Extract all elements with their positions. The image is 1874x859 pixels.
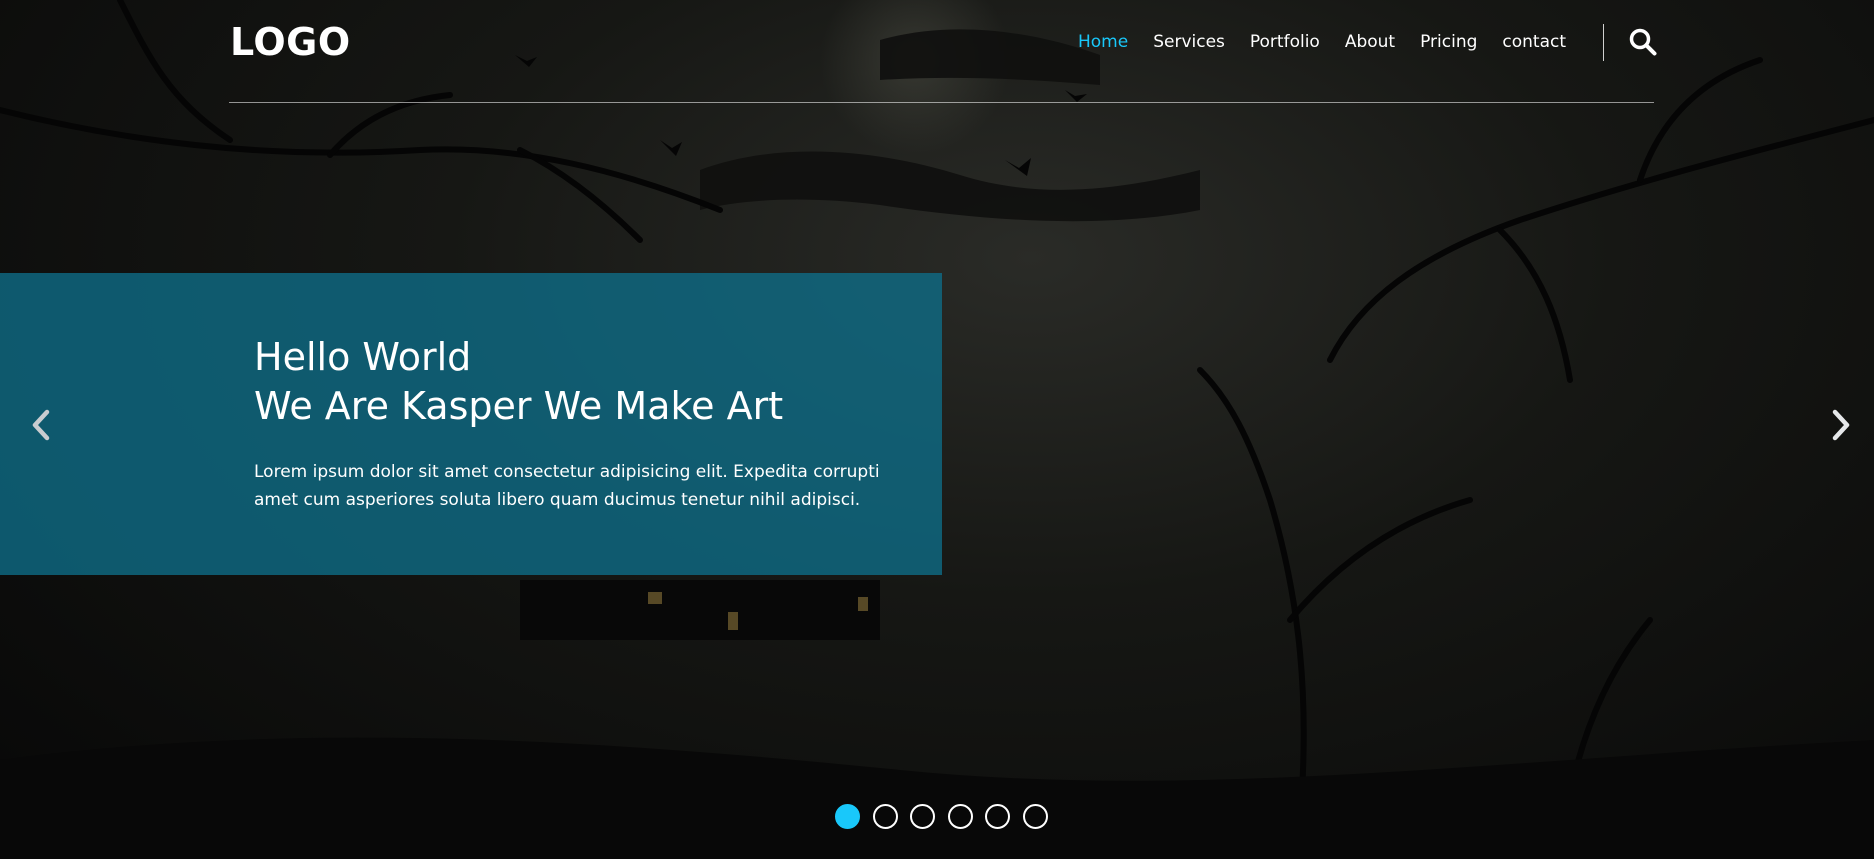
nav-item-home[interactable]: Home <box>1078 30 1128 54</box>
hero-title: Hello World We Are Kasper We Make Art <box>254 333 783 431</box>
slider-bullet[interactable] <box>835 804 860 829</box>
chevron-left-icon[interactable] <box>28 407 54 443</box>
hero-title-line2: We Are Kasper We Make Art <box>254 384 784 428</box>
nav-item-contact[interactable]: contact <box>1502 30 1566 54</box>
slider-bullet[interactable] <box>947 804 973 829</box>
hero-title-line1: Hello World <box>254 335 472 379</box>
hero-description: Lorem ipsum dolor sit amet consectetur a… <box>254 462 880 510</box>
chevron-right-icon[interactable] <box>1828 407 1854 443</box>
slider-bullet[interactable] <box>1022 804 1048 829</box>
search-icon[interactable] <box>1629 28 1657 56</box>
main-nav: Home Services Portfolio About Pricing co… <box>1053 30 1566 54</box>
slider-bullet[interactable] <box>872 804 898 829</box>
slider-bullet[interactable] <box>910 804 935 829</box>
nav-item-pricing[interactable]: Pricing <box>1420 30 1477 54</box>
nav-item-about[interactable]: About <box>1345 30 1395 54</box>
nav-item-portfolio[interactable]: Portfolio <box>1250 30 1320 54</box>
nav-item-services[interactable]: Services <box>1153 30 1225 54</box>
logo[interactable]: LOGO <box>230 20 351 64</box>
slider-bullet[interactable] <box>985 804 1010 829</box>
slider-bullets <box>835 804 1060 829</box>
nav-divider <box>1603 24 1604 61</box>
